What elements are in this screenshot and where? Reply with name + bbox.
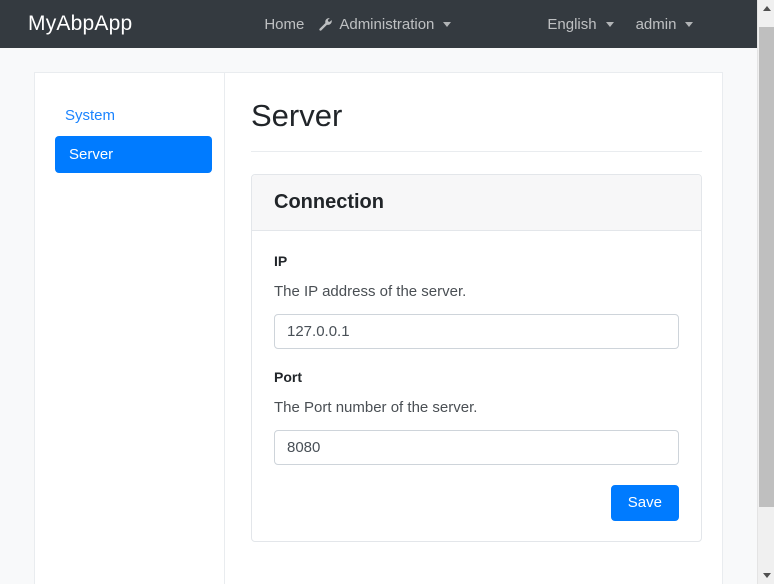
sidebar-item-system[interactable]: System xyxy=(55,103,212,128)
field-ip-label: IP xyxy=(274,253,288,270)
ip-input[interactable] xyxy=(274,314,679,350)
nav-item-home-label: Home xyxy=(264,15,305,33)
nav-item-administration-label: Administration xyxy=(339,15,435,33)
sidebar-item-server-label: Server xyxy=(69,146,114,163)
sidebar-item-system-label: System xyxy=(65,107,116,124)
field-ip: IP The IP address of the server. xyxy=(274,253,679,350)
nav-item-user-label: admin xyxy=(635,15,677,33)
scroll-down-arrow-icon[interactable] xyxy=(758,567,774,584)
field-port-label: Port xyxy=(274,369,302,386)
title-divider xyxy=(251,151,702,153)
page-title: Server xyxy=(251,98,343,133)
connection-card-header: Connection xyxy=(252,175,701,232)
nav-item-administration[interactable]: Administration xyxy=(318,15,452,33)
chevron-down-icon xyxy=(605,21,614,27)
navbar-center-menu: Home Administration xyxy=(264,15,452,33)
field-ip-description: The IP address of the server. xyxy=(274,283,467,301)
field-port: Port The Port number of the server. xyxy=(274,369,679,466)
settings-main: Server Connection IP The IP address of t… xyxy=(225,73,722,584)
connection-card-title: Connection xyxy=(274,191,384,214)
connection-card-body: IP The IP address of the server. Port Th… xyxy=(252,231,701,541)
chevron-down-icon xyxy=(443,21,452,27)
nav-item-language[interactable]: English xyxy=(547,15,614,33)
app-brand[interactable]: MyAbpApp xyxy=(28,12,132,36)
page-content: MyAbpApp Home Administration English adm… xyxy=(0,0,757,584)
vertical-scrollbar[interactable] xyxy=(757,0,774,584)
chevron-down-icon xyxy=(685,21,694,27)
port-input[interactable] xyxy=(274,430,679,466)
scrollbar-thumb[interactable] xyxy=(759,27,774,507)
sidebar-item-server[interactable]: Server xyxy=(55,136,212,173)
save-button[interactable]: Save xyxy=(610,485,679,522)
nav-item-home[interactable]: Home xyxy=(264,16,304,33)
nav-item-language-label: English xyxy=(547,15,597,33)
top-navbar: MyAbpApp Home Administration English adm… xyxy=(0,0,757,48)
nav-item-user[interactable]: admin xyxy=(636,16,694,33)
scroll-up-arrow-icon[interactable] xyxy=(758,0,774,17)
browser-viewport: MyAbpApp Home Administration English adm… xyxy=(0,0,774,584)
settings-sidebar: System Server xyxy=(35,73,225,584)
field-port-description: The Port number of the server. xyxy=(274,399,478,417)
navbar-right-menu: English admin xyxy=(547,15,694,33)
card-actions: Save xyxy=(274,485,679,522)
connection-card: Connection IP The IP address of the serv… xyxy=(251,174,702,543)
wrench-icon xyxy=(318,17,333,32)
settings-panel: System Server Server Connection IP The I… xyxy=(34,72,723,584)
